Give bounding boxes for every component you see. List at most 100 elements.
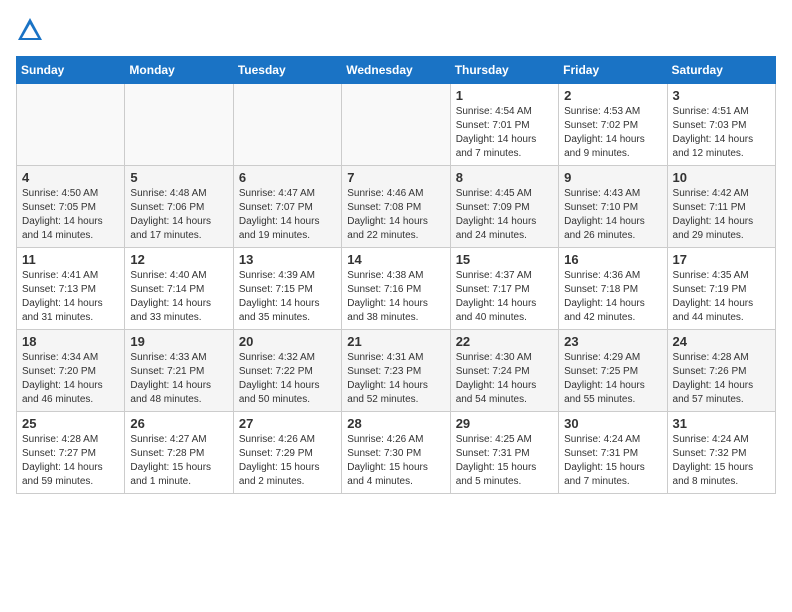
day-number: 7 bbox=[347, 170, 444, 185]
calendar-cell: 16 Sunrise: 4:36 AM Sunset: 7:18 PM Dayli… bbox=[559, 248, 667, 330]
day-header-friday: Friday bbox=[559, 57, 667, 84]
calendar-cell bbox=[342, 84, 450, 166]
calendar-week-row: 1Sunrise: 4:54 AM Sunset: 7:01 PM Daylig… bbox=[17, 84, 776, 166]
day-info: Sunrise: 4:48 AM Sunset: 7:06 PM Dayligh… bbox=[130, 187, 227, 243]
calendar-week-row: 11Sunrise: 4:41 AM Sunset: 7:13 PM Dayli… bbox=[17, 248, 776, 330]
day-header-tuesday: Tuesday bbox=[233, 57, 341, 84]
day-number: 29 bbox=[456, 416, 553, 431]
calendar-cell: 10 Sunrise: 4:42 AM Sunset: 7:11 PM Dayli… bbox=[667, 166, 775, 248]
day-info: Sunrise: 4:33 AM Sunset: 7:21 PM Dayligh… bbox=[130, 351, 227, 407]
calendar-cell: 24 Sunrise: 4:28 AM Sunset: 7:26 PM Dayli… bbox=[667, 330, 775, 412]
day-info: Sunrise: 4:36 AM Sunset: 7:18 PM Dayligh… bbox=[564, 269, 661, 325]
calendar-cell: 13 Sunrise: 4:39 AM Sunset: 7:15 PM Dayli… bbox=[233, 248, 341, 330]
calendar-cell: 17 Sunrise: 4:35 AM Sunset: 7:19 PM Dayli… bbox=[667, 248, 775, 330]
day-number: 13 bbox=[239, 252, 336, 267]
day-header-monday: Monday bbox=[125, 57, 233, 84]
day-number: 28 bbox=[347, 416, 444, 431]
day-number: 1 bbox=[456, 88, 553, 103]
day-number: 17 bbox=[673, 252, 770, 267]
day-info: Sunrise: 4:31 AM Sunset: 7:23 PM Dayligh… bbox=[347, 351, 444, 407]
calendar-cell: 28 Sunrise: 4:26 AM Sunset: 7:30 PM Dayli… bbox=[342, 412, 450, 494]
calendar-cell: 25 Sunrise: 4:28 AM Sunset: 7:27 PM Dayli… bbox=[17, 412, 125, 494]
day-header-saturday: Saturday bbox=[667, 57, 775, 84]
day-number: 12 bbox=[130, 252, 227, 267]
day-number: 24 bbox=[673, 334, 770, 349]
day-number: 8 bbox=[456, 170, 553, 185]
day-header-wednesday: Wednesday bbox=[342, 57, 450, 84]
day-info: Sunrise: 4:32 AM Sunset: 7:22 PM Dayligh… bbox=[239, 351, 336, 407]
day-header-thursday: Thursday bbox=[450, 57, 558, 84]
calendar-cell bbox=[233, 84, 341, 166]
calendar-cell: 21Sunrise: 4:31 AM Sunset: 7:23 PM Dayli… bbox=[342, 330, 450, 412]
day-info: Sunrise: 4:40 AM Sunset: 7:14 PM Dayligh… bbox=[130, 269, 227, 325]
day-info: Sunrise: 4:24 AM Sunset: 7:32 PM Dayligh… bbox=[673, 433, 770, 489]
calendar-cell: 12 Sunrise: 4:40 AM Sunset: 7:14 PM Dayli… bbox=[125, 248, 233, 330]
day-number: 2 bbox=[564, 88, 661, 103]
day-number: 25 bbox=[22, 416, 119, 431]
day-info: Sunrise: 4:25 AM Sunset: 7:31 PM Dayligh… bbox=[456, 433, 553, 489]
page-header bbox=[16, 16, 776, 44]
calendar-header-row: SundayMondayTuesdayWednesdayThursdayFrid… bbox=[17, 57, 776, 84]
day-info: Sunrise: 4:50 AM Sunset: 7:05 PM Dayligh… bbox=[22, 187, 119, 243]
day-info: Sunrise: 4:26 AM Sunset: 7:29 PM Dayligh… bbox=[239, 433, 336, 489]
calendar-cell: 7 Sunrise: 4:46 AM Sunset: 7:08 PM Daylig… bbox=[342, 166, 450, 248]
calendar-cell: 30Sunrise: 4:24 AM Sunset: 7:31 PM Dayli… bbox=[559, 412, 667, 494]
calendar-cell: 20 Sunrise: 4:32 AM Sunset: 7:22 PM Dayli… bbox=[233, 330, 341, 412]
calendar-cell bbox=[125, 84, 233, 166]
calendar-week-row: 25 Sunrise: 4:28 AM Sunset: 7:27 PM Dayli… bbox=[17, 412, 776, 494]
calendar-week-row: 4 Sunrise: 4:50 AM Sunset: 7:05 PM Daylig… bbox=[17, 166, 776, 248]
calendar-cell: 15Sunrise: 4:37 AM Sunset: 7:17 PM Dayli… bbox=[450, 248, 558, 330]
calendar-cell: 11Sunrise: 4:41 AM Sunset: 7:13 PM Dayli… bbox=[17, 248, 125, 330]
calendar-cell: 22 Sunrise: 4:30 AM Sunset: 7:24 PM Dayli… bbox=[450, 330, 558, 412]
logo-icon bbox=[16, 16, 44, 44]
calendar-cell: 9 Sunrise: 4:43 AM Sunset: 7:10 PM Daylig… bbox=[559, 166, 667, 248]
day-number: 27 bbox=[239, 416, 336, 431]
day-number: 9 bbox=[564, 170, 661, 185]
day-info: Sunrise: 4:43 AM Sunset: 7:10 PM Dayligh… bbox=[564, 187, 661, 243]
day-number: 5 bbox=[130, 170, 227, 185]
calendar-cell: 23Sunrise: 4:29 AM Sunset: 7:25 PM Dayli… bbox=[559, 330, 667, 412]
day-info: Sunrise: 4:39 AM Sunset: 7:15 PM Dayligh… bbox=[239, 269, 336, 325]
day-number: 15 bbox=[456, 252, 553, 267]
day-header-sunday: Sunday bbox=[17, 57, 125, 84]
day-number: 14 bbox=[347, 252, 444, 267]
calendar-cell: 6Sunrise: 4:47 AM Sunset: 7:07 PM Daylig… bbox=[233, 166, 341, 248]
logo bbox=[16, 16, 48, 44]
day-info: Sunrise: 4:28 AM Sunset: 7:27 PM Dayligh… bbox=[22, 433, 119, 489]
calendar-cell: 14 Sunrise: 4:38 AM Sunset: 7:16 PM Dayli… bbox=[342, 248, 450, 330]
day-info: Sunrise: 4:46 AM Sunset: 7:08 PM Dayligh… bbox=[347, 187, 444, 243]
calendar-cell: 29 Sunrise: 4:25 AM Sunset: 7:31 PM Dayli… bbox=[450, 412, 558, 494]
day-info: Sunrise: 4:35 AM Sunset: 7:19 PM Dayligh… bbox=[673, 269, 770, 325]
day-number: 19 bbox=[130, 334, 227, 349]
day-info: Sunrise: 4:27 AM Sunset: 7:28 PM Dayligh… bbox=[130, 433, 227, 489]
day-info: Sunrise: 4:26 AM Sunset: 7:30 PM Dayligh… bbox=[347, 433, 444, 489]
day-info: Sunrise: 4:28 AM Sunset: 7:26 PM Dayligh… bbox=[673, 351, 770, 407]
day-number: 10 bbox=[673, 170, 770, 185]
day-number: 20 bbox=[239, 334, 336, 349]
day-number: 4 bbox=[22, 170, 119, 185]
day-number: 31 bbox=[673, 416, 770, 431]
day-info: Sunrise: 4:51 AM Sunset: 7:03 PM Dayligh… bbox=[673, 105, 770, 161]
day-number: 3 bbox=[673, 88, 770, 103]
day-info: Sunrise: 4:45 AM Sunset: 7:09 PM Dayligh… bbox=[456, 187, 553, 243]
calendar-cell: 3 Sunrise: 4:51 AM Sunset: 7:03 PM Daylig… bbox=[667, 84, 775, 166]
calendar-cell: 2 Sunrise: 4:53 AM Sunset: 7:02 PM Daylig… bbox=[559, 84, 667, 166]
day-number: 22 bbox=[456, 334, 553, 349]
calendar-cell: 27 Sunrise: 4:26 AM Sunset: 7:29 PM Dayli… bbox=[233, 412, 341, 494]
calendar-cell: 1Sunrise: 4:54 AM Sunset: 7:01 PM Daylig… bbox=[450, 84, 558, 166]
day-info: Sunrise: 4:29 AM Sunset: 7:25 PM Dayligh… bbox=[564, 351, 661, 407]
day-number: 26 bbox=[130, 416, 227, 431]
calendar-cell: 8 Sunrise: 4:45 AM Sunset: 7:09 PM Daylig… bbox=[450, 166, 558, 248]
calendar-cell: 4 Sunrise: 4:50 AM Sunset: 7:05 PM Daylig… bbox=[17, 166, 125, 248]
day-info: Sunrise: 4:53 AM Sunset: 7:02 PM Dayligh… bbox=[564, 105, 661, 161]
day-info: Sunrise: 4:42 AM Sunset: 7:11 PM Dayligh… bbox=[673, 187, 770, 243]
calendar-cell: 19 Sunrise: 4:33 AM Sunset: 7:21 PM Dayli… bbox=[125, 330, 233, 412]
calendar-week-row: 18Sunrise: 4:34 AM Sunset: 7:20 PM Dayli… bbox=[17, 330, 776, 412]
day-info: Sunrise: 4:24 AM Sunset: 7:31 PM Dayligh… bbox=[564, 433, 661, 489]
day-info: Sunrise: 4:30 AM Sunset: 7:24 PM Dayligh… bbox=[456, 351, 553, 407]
day-number: 18 bbox=[22, 334, 119, 349]
day-info: Sunrise: 4:38 AM Sunset: 7:16 PM Dayligh… bbox=[347, 269, 444, 325]
calendar-cell: 31 Sunrise: 4:24 AM Sunset: 7:32 PM Dayli… bbox=[667, 412, 775, 494]
day-number: 16 bbox=[564, 252, 661, 267]
day-number: 6 bbox=[239, 170, 336, 185]
